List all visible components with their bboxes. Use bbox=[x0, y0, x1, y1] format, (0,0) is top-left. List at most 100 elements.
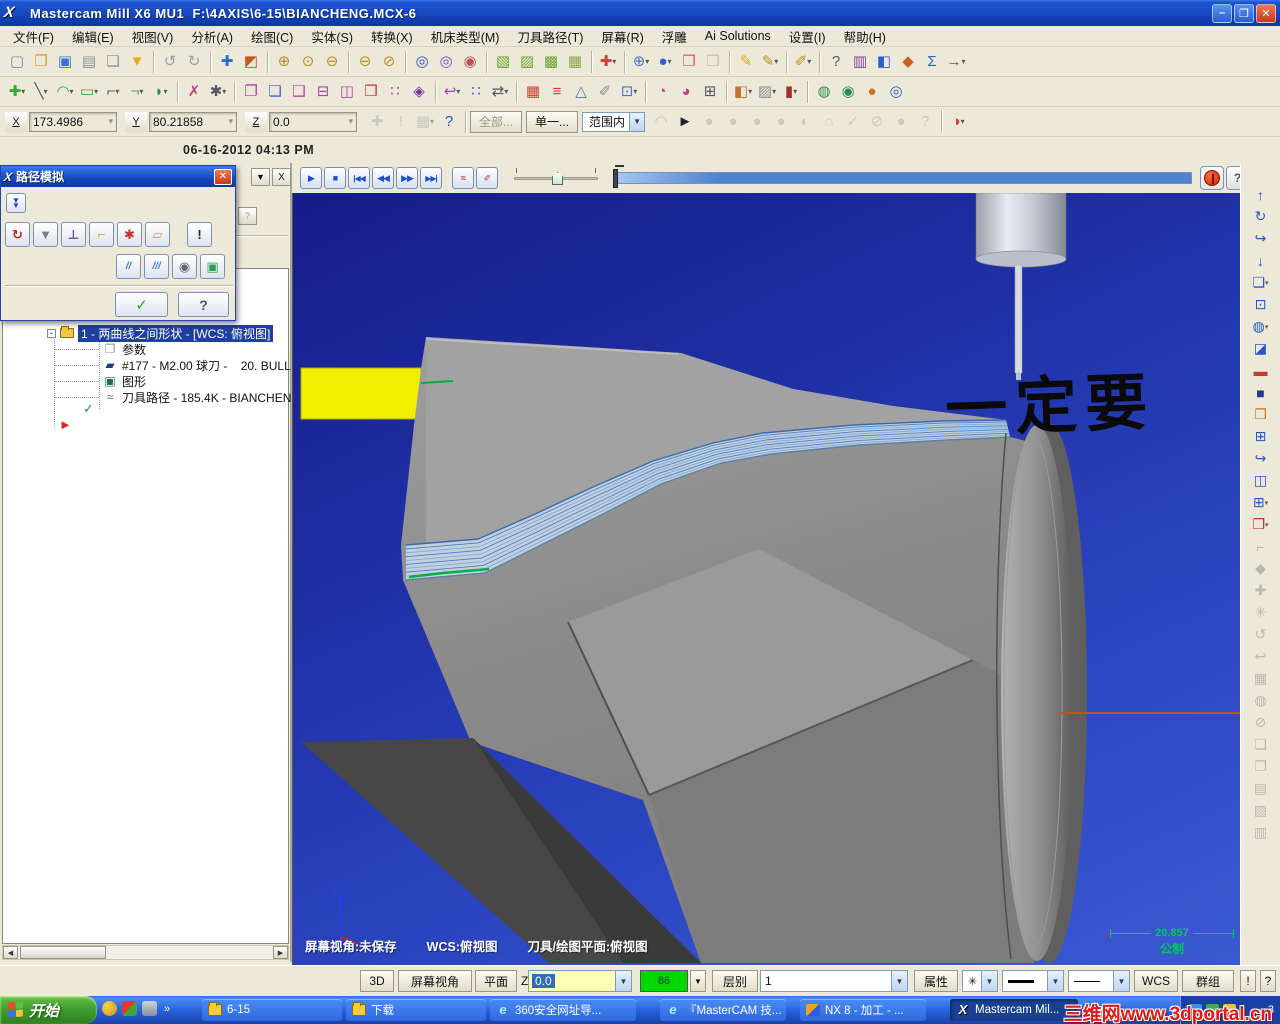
analyze-angle-icon[interactable]: ◆ bbox=[896, 50, 920, 74]
taskbar-button-6[interactable]: X Mastercam Mil... bbox=[950, 999, 1078, 1021]
close-button[interactable]: ✕ bbox=[1256, 3, 1276, 23]
view-swoosh-icon[interactable]: ↪ bbox=[1248, 448, 1274, 469]
pan-icon[interactable]: ✚ bbox=[215, 50, 239, 74]
menu-item-13[interactable]: 设置(I) bbox=[780, 25, 835, 48]
taskbar-button-3[interactable]: e 360安全网址导... bbox=[490, 999, 636, 1021]
tree-item-label[interactable]: #177 - M2.00 球刀 - 20. BULL bbox=[122, 357, 291, 374]
surface-chisel-icon[interactable]: ✐ bbox=[593, 80, 617, 104]
group-button[interactable]: 群组 bbox=[1182, 970, 1234, 992]
create-line-icon[interactable]: ╲ bbox=[29, 80, 53, 104]
verify-world-2-icon[interactable]: ◉ bbox=[836, 80, 860, 104]
exit-mastercam-icon[interactable]: → bbox=[944, 50, 968, 74]
dialog-collapse-button[interactable]: ▼ ▼ bbox=[6, 193, 26, 213]
simulation-progress-bar[interactable] bbox=[613, 165, 1192, 188]
hide-toolpath-button[interactable]: // bbox=[116, 254, 141, 279]
view-multicube-icon[interactable]: ❒ bbox=[1248, 514, 1274, 535]
redo-icon[interactable]: ↻ bbox=[182, 50, 206, 74]
create-point-icon[interactable]: ✚ bbox=[5, 80, 29, 104]
xform-pair-icon[interactable]: ∷ bbox=[383, 80, 407, 104]
menu-item-4[interactable]: 分析(A) bbox=[182, 25, 242, 48]
verify-world-icon[interactable]: ◍ bbox=[812, 80, 836, 104]
line-style-combo[interactable]: ▼ bbox=[1002, 970, 1064, 992]
quicklaunch-icon-2[interactable] bbox=[122, 1001, 137, 1016]
level-combo[interactable]: 1 ▼ bbox=[760, 970, 908, 992]
go-to-start-button[interactable]: |◀◀ bbox=[348, 167, 370, 189]
view-flat-icon[interactable]: ▬ bbox=[1248, 360, 1274, 381]
analyze-entity-icon[interactable]: ? bbox=[824, 50, 848, 74]
z-coord-label[interactable]: Z bbox=[245, 111, 267, 132]
quicklaunch-icon-1[interactable] bbox=[102, 1001, 117, 1016]
backplot-orange-icon[interactable]: ● bbox=[860, 80, 884, 104]
step-back-button[interactable]: ◀◀ bbox=[372, 167, 394, 189]
endpoints-show-button[interactable]: ✱ bbox=[117, 222, 142, 247]
menu-item-2[interactable]: 编辑(E) bbox=[63, 25, 123, 48]
tree-item-label[interactable]: 参数 bbox=[122, 341, 146, 358]
machine-levels-icon[interactable]: ≡ bbox=[545, 80, 569, 104]
undo-jump-icon[interactable]: ↩ bbox=[440, 80, 464, 104]
play-button[interactable]: ▶ bbox=[300, 167, 322, 189]
gview-isometric-icon[interactable]: ▧ bbox=[491, 50, 515, 74]
scroll-left-icon[interactable]: ◀ bbox=[3, 946, 18, 959]
quicklaunch-icon-3[interactable] bbox=[142, 1001, 157, 1016]
mirror-symmetry-icon[interactable]: ✱ bbox=[206, 80, 230, 104]
shield-icon[interactable]: ✚ bbox=[596, 50, 620, 74]
xform-split-icon[interactable]: ◫ bbox=[335, 80, 359, 104]
menu-item-11[interactable]: 浮雕 bbox=[653, 25, 696, 48]
menu-item-1[interactable]: 文件(F) bbox=[4, 25, 63, 48]
op-defaults-icon[interactable]: ◔ bbox=[650, 80, 674, 104]
tree-item-params[interactable]: ❐ 参数 bbox=[55, 341, 293, 358]
gview-front-icon[interactable]: ▨ bbox=[515, 50, 539, 74]
simulate-loop-button[interactable]: ↻ bbox=[5, 222, 30, 247]
y-coord-label[interactable]: Y bbox=[125, 111, 147, 132]
speed-slider[interactable] bbox=[514, 168, 598, 188]
gview-select-icon[interactable]: ◑ bbox=[946, 110, 970, 134]
x-coord-field[interactable]: 173.4986 ▾ bbox=[29, 111, 117, 132]
view-up-icon[interactable]: ↑ bbox=[1248, 184, 1274, 205]
cursor-arrow-icon[interactable]: ► bbox=[673, 110, 697, 134]
x-coord-label[interactable]: X bbox=[5, 111, 27, 132]
insert-position-arrow-icon[interactable]: ► bbox=[59, 417, 72, 432]
repaint-icon[interactable]: ◎ bbox=[410, 50, 434, 74]
tree-item-label[interactable]: 图形 bbox=[122, 373, 146, 390]
plane-button[interactable]: 平面 bbox=[475, 970, 517, 992]
create-fillet-icon[interactable]: ⌐ bbox=[101, 80, 125, 104]
view-panel-icon[interactable]: ◫ bbox=[1248, 470, 1274, 491]
hide-all-paths-button[interactable]: /// bbox=[144, 254, 169, 279]
view-grid4-icon[interactable]: ⊞ bbox=[1248, 426, 1274, 447]
xform-join-icon[interactable]: ⊟ bbox=[311, 80, 335, 104]
alert-button[interactable]: ! bbox=[187, 222, 212, 247]
chevron-down-icon[interactable]: ▼ bbox=[629, 112, 645, 131]
menu-item-12[interactable]: Ai Solutions bbox=[696, 27, 780, 45]
tool-display-icon[interactable]: ▮ bbox=[779, 80, 803, 104]
slider-handle[interactable] bbox=[552, 172, 563, 185]
undo-icon[interactable]: ↺ bbox=[158, 50, 182, 74]
create-cylinder-icon[interactable]: ◗ bbox=[149, 80, 173, 104]
tree-item-tool[interactable]: ▰ #177 - M2.00 球刀 - 20. BULL bbox=[55, 357, 293, 374]
line-width-combo[interactable]: ▼ bbox=[1068, 970, 1130, 992]
3d-mode-button[interactable]: 3D bbox=[360, 970, 394, 992]
tree-collapse-icon[interactable]: - bbox=[47, 328, 56, 338]
zoom-window-icon[interactable]: ⊕ bbox=[272, 50, 296, 74]
view-down-icon[interactable]: ↓ bbox=[1248, 250, 1274, 271]
wcs-cube-icon[interactable]: ◧ bbox=[731, 80, 755, 104]
view-grid-menu-icon[interactable]: ⊞ bbox=[1248, 492, 1274, 513]
menu-item-10[interactable]: 屏幕(R) bbox=[592, 25, 652, 48]
view-sphere-icon[interactable]: ◍ bbox=[1248, 316, 1274, 337]
viewport-3d-scene[interactable]: Z 一定要 屏幕视角:未保存 WCS:俯视图 刀具/绘图平面:俯视图 20.857 … bbox=[292, 193, 1240, 965]
zoom-target-icon[interactable]: ⊙ bbox=[296, 50, 320, 74]
analyze-chart-icon[interactable]: ▥ bbox=[848, 50, 872, 74]
create-rect-icon[interactable]: ▭ bbox=[77, 80, 101, 104]
xform-copy-icon[interactable]: ❏ bbox=[263, 80, 287, 104]
menu-item-6[interactable]: 实体(S) bbox=[302, 25, 362, 48]
xform-rotate-icon[interactable]: ❑ bbox=[287, 80, 311, 104]
save-as-geometry-button[interactable]: ▣ bbox=[200, 254, 225, 279]
analyze-sum-icon[interactable]: Σ bbox=[920, 50, 944, 74]
view-orbit-icon[interactable]: ↪ bbox=[1248, 228, 1274, 249]
scroll-right-icon[interactable]: ▶ bbox=[273, 946, 288, 959]
view-dark-cube-icon[interactable]: ■ bbox=[1248, 382, 1274, 403]
menu-item-14[interactable]: 帮助(H) bbox=[835, 25, 895, 48]
shaded-display-icon[interactable]: ● bbox=[653, 50, 677, 74]
view-trim-icon[interactable]: ◪ bbox=[1248, 338, 1274, 359]
unblank-entity-icon[interactable]: ◉ bbox=[458, 50, 482, 74]
operation-root-label[interactable]: 1 - 两曲线之间形状 - [WCS: 俯视图] bbox=[78, 324, 274, 342]
